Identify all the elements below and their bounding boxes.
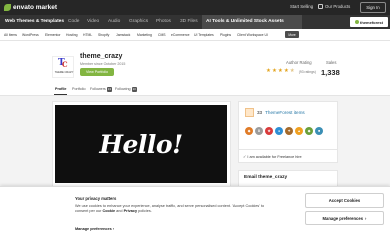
rating-count: (93 ratings) [298,69,316,74]
star-icon: ★ [283,68,289,74]
tab-portfolio[interactable]: Portfolio [72,87,86,91]
category-photos[interactable]: Photos [156,19,171,24]
items-link[interactable]: ThemeForest items [265,110,305,115]
category-audio[interactable]: Audio [108,19,120,24]
freelance-status: ✓ I am available for Freelance hire [243,154,302,159]
star-icon: ★ [277,68,283,74]
view-portfolio-button[interactable]: View Portfolio [80,68,114,76]
following-count-badge: 13 [131,87,137,92]
category-ai-tools[interactable]: AI Tools & Unlimited Stock Assets [206,19,284,24]
subnav-client-workspace[interactable]: Client Workspace UI [237,33,268,37]
author-rating-label: Author Rating [286,60,312,65]
author-avatar[interactable]: T C THEME CRAZY [52,56,74,78]
subnav-wordpress[interactable]: WordPress [22,33,39,37]
subnav-more[interactable]: More [285,31,299,38]
active-tab-indicator [54,94,67,96]
tab-label: Portfolio [72,87,86,91]
subnav-html[interactable]: HTML [83,33,92,37]
badge-icon[interactable]: ◆ [245,127,253,135]
email-author-title: Email theme_crazy [244,175,288,180]
consent-text: and [115,209,124,214]
author-rating-stars: ★ ★ ★ ★ ★ (93 ratings) [266,68,316,75]
subnav-cms[interactable]: CMS [158,33,166,37]
subnav-all-items[interactable]: All Items [4,33,17,37]
category-graphics[interactable]: Graphics [129,19,148,24]
top-header: envato market Start Selling Our Products… [0,0,390,15]
category-video[interactable]: Video [87,19,99,24]
tab-label: Profile [55,87,67,91]
badge-icon[interactable]: ● [275,127,283,135]
items-count: 33 [257,110,263,115]
cookie-policy-link[interactable]: Cookie [102,209,115,213]
themeforest-label: themeforest [360,19,383,25]
consent-title: Your privacy matters [75,196,117,201]
check-icon: ✓ [243,154,247,159]
our-products-link[interactable]: Our Products [318,4,350,9]
subnav-ui-templates[interactable]: UI Templates [194,33,214,37]
leaf-icon [355,20,360,24]
tab-followers[interactable]: Followers 13 [90,87,112,92]
subnav-elementor[interactable]: Elementor [45,33,60,37]
badge-icon[interactable]: 8 [255,127,263,135]
member-since: Member since October 2015 [80,62,126,66]
manage-preferences-link[interactable]: Manage preferences › [75,227,114,231]
manage-link-label: Manage preferences [75,227,112,231]
logo-text: envato market [13,4,58,11]
items-summary: 33 ThemeForest items [245,108,305,117]
chevron-right-icon: › [365,215,367,221]
consent-body: We use cookies to enhance your experienc… [75,204,275,214]
our-products-label: Our Products [325,4,351,9]
badge-icon[interactable]: ■ [315,127,323,135]
logo-mark: C [62,60,68,69]
category-code[interactable]: Code [68,19,79,24]
chevron-right-icon: › [112,227,115,231]
star-icon: ★ [271,68,277,74]
star-icon: ★ [266,68,271,74]
grid-icon [318,4,323,9]
manage-preferences-button[interactable]: Manage preferences › [305,211,384,225]
avatar-caption: THEME CRAZY [54,71,74,74]
subnav-ecommerce[interactable]: eCommerce [171,33,189,37]
author-thumb [245,108,254,117]
subnav-hosting[interactable]: Hosting [66,33,78,37]
profile-banner: Hello! [55,105,227,183]
accept-cookies-button[interactable]: Accept Cookies [305,193,384,208]
subnav-plugins[interactable]: Plugins [220,33,231,37]
subnav-jamstack[interactable]: Jamstack [116,33,130,37]
tab-following[interactable]: Following 13 [115,87,137,92]
author-badges: ◆ 8 ★ ● ✦ ▲ ◆ ■ [245,127,323,135]
subnav-shopify[interactable]: Shopify [98,33,109,37]
category-web-themes[interactable]: Web Themes & Templates [5,19,64,24]
badge-icon[interactable]: ▲ [295,127,303,135]
manage-button-label: Manage preferences [322,215,364,221]
badge-icon[interactable]: ★ [265,127,273,135]
category-3d-files[interactable]: 3D Files [180,19,198,24]
sales-value: 1,338 [321,68,340,77]
banner-text: Hello! [99,129,183,159]
consent-text: policies. [137,209,152,214]
themeforest-badge[interactable]: themeforest [350,17,388,27]
sign-in-button[interactable]: Sign In [360,2,386,13]
leaf-icon [4,4,11,11]
freelance-card: ✓ I am available for Freelance hire [238,149,338,163]
badge-icon[interactable]: ◆ [305,127,313,135]
start-selling-link[interactable]: Start Selling [290,4,313,9]
followers-count-badge: 13 [106,87,112,92]
freelance-text: I am available for Freelance hire [247,154,302,159]
privacy-policy-link[interactable]: Privacy [124,209,138,213]
subcategory-bar: All Items WordPress Elementor Hosting HT… [0,29,390,41]
category-bar: Web Themes & Templates Code Video Audio … [0,15,390,29]
sales-label: Sales [326,60,337,65]
envato-logo[interactable]: envato market [4,3,57,12]
author-username: theme_crazy [80,53,123,60]
tab-label: Followers [90,87,106,92]
tab-label: Following [115,87,131,92]
badge-icon[interactable]: ✦ [285,127,293,135]
subnav-marketing[interactable]: Marketing [137,33,152,37]
half-star-icon: ★ [289,68,295,74]
tab-profile[interactable]: Profile [55,87,66,91]
